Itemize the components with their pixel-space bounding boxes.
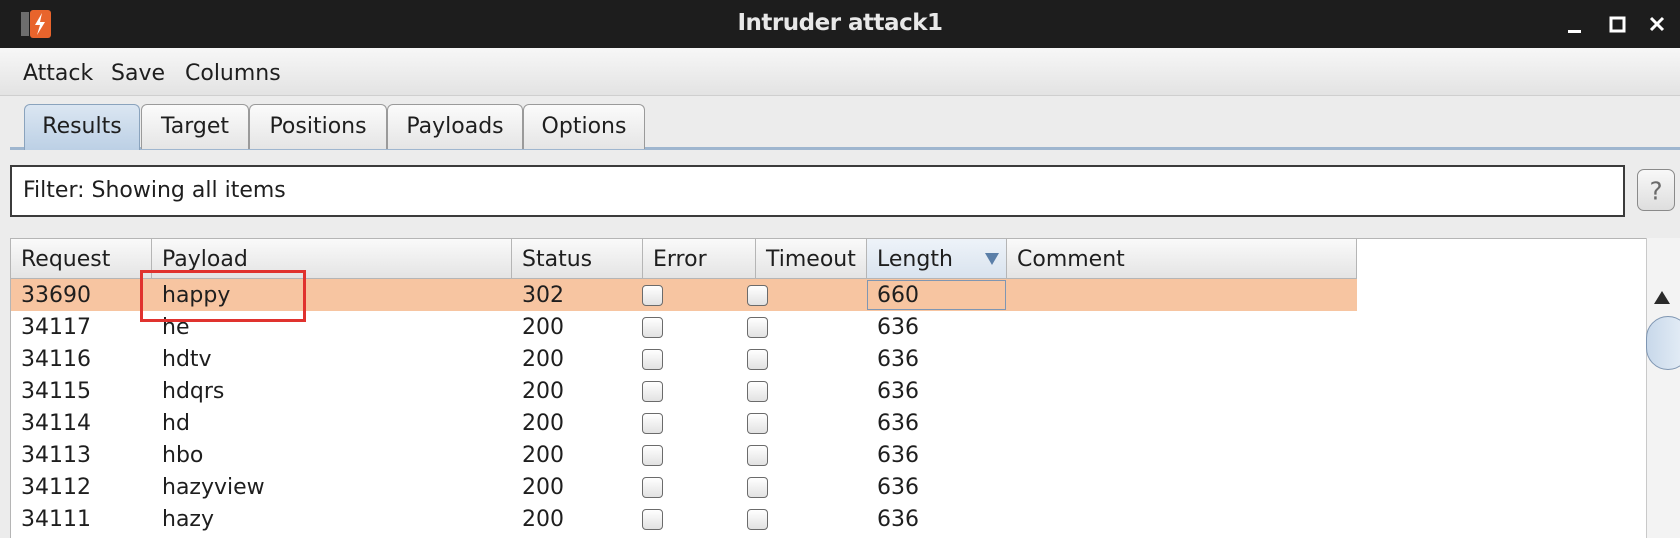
cell-request: 34111 bbox=[21, 507, 91, 532]
cell-comment bbox=[1007, 471, 1017, 503]
cell-length: 636 bbox=[877, 379, 919, 404]
cell-request: 34117 bbox=[21, 315, 91, 340]
cell-payload: hazy bbox=[162, 507, 214, 532]
tab-results[interactable]: Results bbox=[24, 104, 140, 150]
cell-status: 200 bbox=[522, 347, 564, 372]
column-header-timeout[interactable]: Timeout bbox=[756, 239, 867, 279]
cell-length: 636 bbox=[877, 411, 919, 436]
menu-attack[interactable]: Attack bbox=[23, 48, 93, 96]
help-icon[interactable]: ? bbox=[1637, 169, 1675, 211]
cell-request: 33690 bbox=[21, 283, 91, 308]
cell-length: 636 bbox=[877, 315, 919, 340]
cell-status: 200 bbox=[522, 443, 564, 468]
timeout-checkbox[interactable] bbox=[747, 317, 768, 338]
cell-status: 200 bbox=[522, 379, 564, 404]
tab-positions[interactable]: Positions bbox=[249, 104, 387, 149]
cell-comment bbox=[1007, 375, 1017, 407]
column-header-length[interactable]: Length bbox=[867, 239, 1007, 279]
cell-length: 660 bbox=[877, 283, 919, 308]
error-checkbox[interactable] bbox=[642, 445, 663, 466]
table-row[interactable]: 34116 hdtv 200 636 bbox=[11, 343, 1357, 375]
sort-down-icon bbox=[985, 253, 999, 265]
error-checkbox[interactable] bbox=[642, 317, 663, 338]
cell-payload: hd bbox=[162, 411, 190, 436]
cell-status: 200 bbox=[522, 507, 564, 532]
menu-columns[interactable]: Columns bbox=[185, 48, 281, 96]
cell-payload: hdqrs bbox=[162, 379, 225, 404]
cell-length: 636 bbox=[877, 475, 919, 500]
cell-length: 636 bbox=[877, 443, 919, 468]
timeout-checkbox[interactable] bbox=[747, 445, 768, 466]
cell-comment bbox=[1007, 503, 1017, 535]
minimize-icon[interactable] bbox=[1558, 8, 1590, 40]
error-checkbox[interactable] bbox=[642, 509, 663, 530]
window-title: Intruder attack1 bbox=[737, 10, 943, 36]
column-header-comment[interactable]: Comment bbox=[1007, 239, 1357, 279]
cell-comment bbox=[1007, 279, 1017, 311]
cell-request: 34112 bbox=[21, 475, 91, 500]
table-row[interactable]: 34115 hdqrs 200 636 bbox=[11, 375, 1357, 407]
cell-comment bbox=[1007, 311, 1017, 343]
cell-comment bbox=[1007, 439, 1017, 471]
timeout-checkbox[interactable] bbox=[747, 285, 768, 306]
timeout-checkbox[interactable] bbox=[747, 509, 768, 530]
cell-length: 636 bbox=[877, 507, 919, 532]
cell-payload: hbo bbox=[162, 443, 204, 468]
menu-bar: Attack Save Columns bbox=[0, 48, 1680, 96]
maximize-icon[interactable] bbox=[1601, 8, 1633, 40]
tab-options[interactable]: Options bbox=[523, 104, 645, 149]
scrollbar-thumb[interactable] bbox=[1646, 316, 1680, 370]
close-icon[interactable] bbox=[1641, 8, 1673, 40]
table-row[interactable]: 34113 hbo 200 636 bbox=[11, 439, 1357, 471]
timeout-checkbox[interactable] bbox=[747, 349, 768, 370]
cell-payload: hdtv bbox=[162, 347, 212, 372]
cell-request: 34115 bbox=[21, 379, 91, 404]
error-checkbox[interactable] bbox=[642, 413, 663, 434]
table-row[interactable]: 34112 hazyview 200 636 bbox=[11, 471, 1357, 503]
timeout-checkbox[interactable] bbox=[747, 477, 768, 498]
cell-request: 34113 bbox=[21, 443, 91, 468]
scroll-up-icon[interactable] bbox=[1648, 284, 1676, 312]
cell-request: 34116 bbox=[21, 347, 91, 372]
svg-text:?: ? bbox=[1649, 176, 1662, 205]
cell-status: 200 bbox=[522, 475, 564, 500]
cell-status: 200 bbox=[522, 315, 564, 340]
cell-request: 34114 bbox=[21, 411, 91, 436]
timeout-checkbox[interactable] bbox=[747, 381, 768, 402]
cell-status: 200 bbox=[522, 411, 564, 436]
filter-bar[interactable]: Filter: Showing all items bbox=[10, 165, 1625, 217]
table-row[interactable]: 34111 hazy 200 636 bbox=[11, 503, 1357, 535]
vertical-scrollbar[interactable] bbox=[1646, 238, 1680, 538]
cell-comment bbox=[1007, 343, 1017, 375]
error-checkbox[interactable] bbox=[642, 285, 663, 306]
window-titlebar: Intruder attack1 bbox=[0, 0, 1680, 48]
table-row[interactable]: 34114 hd 200 636 bbox=[11, 407, 1357, 439]
payload-highlight-box bbox=[140, 270, 306, 322]
timeout-checkbox[interactable] bbox=[747, 413, 768, 434]
cell-comment bbox=[1007, 407, 1017, 439]
column-header-request[interactable]: Request bbox=[11, 239, 152, 279]
tab-target[interactable]: Target bbox=[141, 104, 249, 149]
cell-status: 302 bbox=[522, 283, 564, 308]
cell-payload: hazyview bbox=[162, 475, 265, 500]
tab-payloads[interactable]: Payloads bbox=[387, 104, 523, 149]
cell-length: 636 bbox=[877, 347, 919, 372]
error-checkbox[interactable] bbox=[642, 381, 663, 402]
error-checkbox[interactable] bbox=[642, 349, 663, 370]
column-header-status[interactable]: Status bbox=[512, 239, 643, 279]
error-checkbox[interactable] bbox=[642, 477, 663, 498]
column-header-length-label: Length bbox=[877, 247, 953, 272]
column-header-error[interactable]: Error bbox=[643, 239, 756, 279]
menu-save[interactable]: Save bbox=[111, 48, 165, 96]
